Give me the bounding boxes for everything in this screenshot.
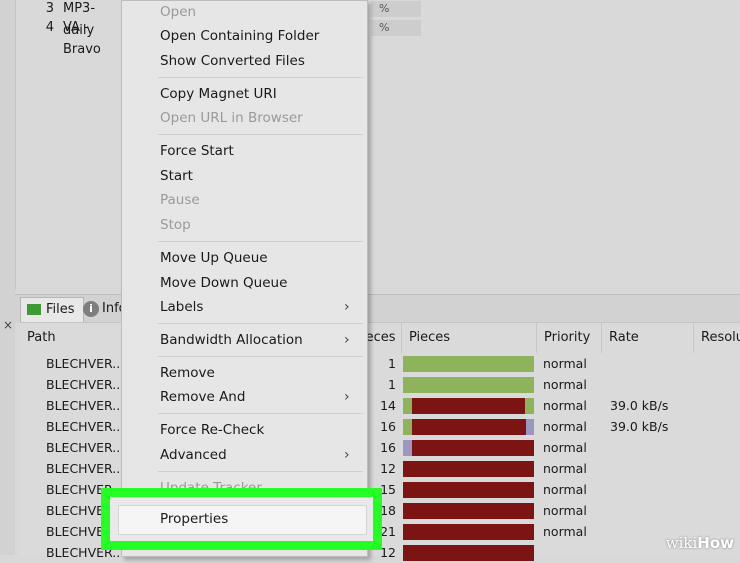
- chevron-right-icon: ›: [344, 332, 350, 348]
- pieces-bar: [403, 419, 534, 435]
- menu-item-labels[interactable]: Labels ›: [122, 295, 367, 319]
- file-priority: normal: [543, 482, 587, 497]
- file-priority: normal: [543, 524, 587, 539]
- file-path: BLECHVER...: [46, 377, 125, 392]
- watermark-logo: wikiHow: [665, 534, 734, 552]
- close-icon[interactable]: ×: [3, 318, 13, 332]
- pieces-bar: [403, 524, 534, 540]
- menu-item-remove[interactable]: Remove: [122, 361, 367, 385]
- file-rate: 39.0 kB/s: [610, 419, 669, 434]
- menu-separator: [158, 77, 363, 78]
- menu-item-stop[interactable]: Stop: [122, 213, 367, 237]
- file-path: BLECHVER...: [46, 419, 125, 434]
- torrent-name: VA - Bravo: [63, 20, 101, 57]
- torrent-progress: %: [371, 1, 421, 17]
- menu-separator: [158, 241, 363, 242]
- menu-item-force-start[interactable]: Force Start: [122, 139, 367, 163]
- menu-item-open[interactable]: Open: [122, 0, 367, 24]
- column-header-pieces[interactable]: Pieces: [402, 323, 537, 353]
- column-header-rate[interactable]: Rate: [602, 323, 694, 353]
- menu-separator: [158, 323, 363, 324]
- menu-item-pause[interactable]: Pause: [122, 188, 367, 212]
- chevron-right-icon: ›: [344, 299, 350, 315]
- file-priority: normal: [543, 398, 587, 413]
- menu-item-copy-magnet-uri[interactable]: Copy Magnet URI: [122, 82, 367, 106]
- menu-item-advanced[interactable]: Advanced ›: [122, 443, 367, 467]
- menu-item-move-down-queue[interactable]: Move Down Queue: [122, 271, 367, 295]
- file-priority: normal: [543, 440, 587, 455]
- menu-item-remove-and[interactable]: Remove And ›: [122, 385, 367, 409]
- menu-item-open-url-in-browser[interactable]: Open URL in Browser: [122, 106, 367, 130]
- file-priority: normal: [543, 461, 587, 476]
- file-path: BLECHVER...: [46, 440, 125, 455]
- file-rate: 39.0 kB/s: [610, 398, 669, 413]
- menu-item-force-recheck[interactable]: Force Re-Check: [122, 418, 367, 442]
- folder-icon: [27, 304, 41, 315]
- torrent-number: 4: [45, 20, 54, 35]
- tab-files-label: Files: [46, 302, 75, 317]
- pieces-bar: [403, 377, 534, 393]
- left-edge-strip: [0, 0, 15, 555]
- menu-separator: [158, 356, 363, 357]
- menu-item-show-converted-files[interactable]: Show Converted Files: [122, 49, 367, 73]
- chevron-right-icon: ›: [344, 447, 350, 463]
- context-menu: Open Open Containing Folder Show Convert…: [121, 0, 368, 557]
- chevron-right-icon: ›: [344, 389, 350, 405]
- menu-item-properties-label: Properties: [160, 511, 229, 527]
- menu-separator: [158, 134, 363, 135]
- file-priority: normal: [543, 419, 587, 434]
- file-path: BLECHVER...: [46, 356, 125, 371]
- torrent-progress: %: [371, 20, 421, 36]
- file-priority: normal: [543, 377, 587, 392]
- menu-item-start[interactable]: Start: [122, 164, 367, 188]
- file-path: BLECHVER...: [46, 398, 125, 413]
- file-priority: normal: [543, 356, 587, 371]
- menu-separator: [158, 471, 363, 472]
- pieces-bar: [403, 545, 534, 561]
- file-path: BLECHVER...: [46, 461, 125, 476]
- menu-separator: [158, 413, 363, 414]
- pieces-bar: [403, 440, 534, 456]
- menu-item-bandwidth-allocation[interactable]: Bandwidth Allocation ›: [122, 328, 367, 352]
- tab-files[interactable]: Files: [20, 297, 84, 322]
- info-icon: i: [83, 301, 99, 317]
- pieces-bar: [403, 398, 534, 414]
- pieces-bar: [403, 503, 534, 519]
- pieces-bar: [403, 482, 534, 498]
- pieces-bar: [403, 461, 534, 477]
- column-header-resolution[interactable]: Resolu: [694, 323, 740, 353]
- file-priority: normal: [543, 503, 587, 518]
- menu-item-open-containing-folder[interactable]: Open Containing Folder: [122, 24, 367, 48]
- pieces-bar: [403, 356, 534, 372]
- column-header-priority[interactable]: Priority: [537, 323, 602, 353]
- menu-item-move-up-queue[interactable]: Move Up Queue: [122, 246, 367, 270]
- menu-item-properties[interactable]: Properties: [118, 505, 367, 535]
